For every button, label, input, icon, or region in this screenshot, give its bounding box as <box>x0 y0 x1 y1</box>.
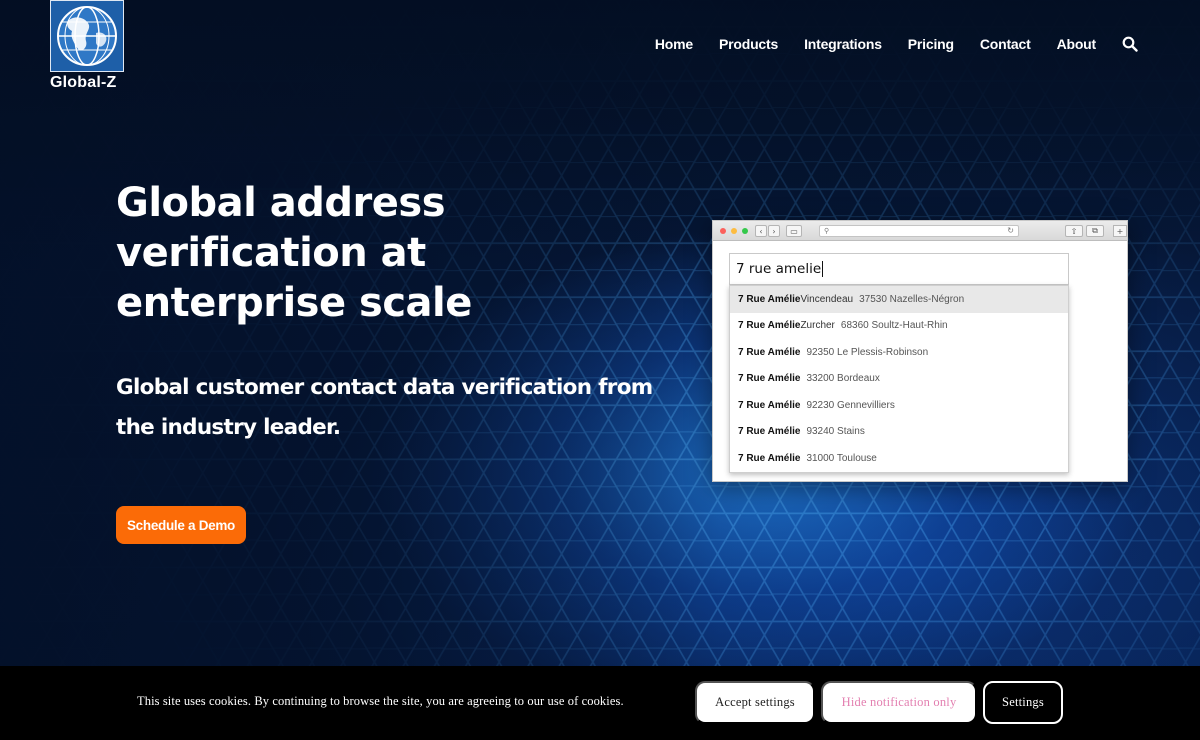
tabs-icon: ⧉ <box>1086 225 1104 237</box>
suggestion-location: 37530 Nazelles-Négron <box>859 293 965 305</box>
suggestion-item[interactable]: 7 Rue Amélie 31000 Toulouse <box>730 445 1068 472</box>
reload-icon: ↻ <box>1007 226 1014 235</box>
headline-line: verification at <box>116 230 426 276</box>
nav-home[interactable]: Home <box>655 36 693 52</box>
subhead-line: Global customer contact data verificatio… <box>116 375 653 400</box>
suggestion-street-suffix: Zurcher <box>800 320 835 332</box>
cookie-banner: This site uses cookies. By continuing to… <box>0 666 1200 740</box>
text-caret <box>822 261 824 277</box>
address-search-input[interactable]: 7 rue amelie <box>729 253 1069 285</box>
suggestion-location: 93240 Stains <box>806 426 865 438</box>
suggestion-street: 7 Rue Amélie <box>738 399 801 411</box>
schedule-demo-button[interactable]: Schedule a Demo <box>116 506 246 544</box>
address-query: 7 rue amelie <box>736 261 822 277</box>
suggestion-list: 7 Rue Amélie Vincendeau 37530 Nazelles-Né… <box>729 285 1069 473</box>
suggestion-street: 7 Rue Amélie <box>738 346 801 358</box>
hero-headline: Global address verification at enterpris… <box>116 178 636 328</box>
nav-pricing[interactable]: Pricing <box>908 36 954 52</box>
cookie-settings-button[interactable]: Settings <box>983 681 1063 724</box>
nav-contact[interactable]: Contact <box>980 36 1031 52</box>
suggestion-item[interactable]: 7 Rue Amélie 92230 Gennevilliers <box>730 392 1068 419</box>
suggestion-street: 7 Rue Amélie <box>738 320 801 332</box>
hide-notification-button[interactable]: Hide notification only <box>821 681 977 724</box>
nav-integrations[interactable]: Integrations <box>804 36 882 52</box>
suggestion-item[interactable]: 7 Rue Amélie 33200 Bordeaux <box>730 366 1068 393</box>
main-nav: Home Products Integrations Pricing Conta… <box>629 36 1138 52</box>
cookie-message: This site uses cookies. By continuing to… <box>137 694 624 708</box>
suggestion-item[interactable]: 7 Rue Amélie 93240 Stains <box>730 419 1068 446</box>
suggestion-item[interactable]: 7 Rue Amélie Zurcher 68360 Soultz-Haut-Rh… <box>730 313 1068 340</box>
nav-products[interactable]: Products <box>719 36 778 52</box>
suggestion-street-suffix: Vincendeau <box>800 293 854 305</box>
minimize-dot-icon <box>731 228 737 234</box>
browser-mockup: ‹ › ▭ ⚲ ↻ ⇧ ⧉ + 7 rue amelie 7 Rue Améli… <box>712 220 1128 482</box>
headline-line: enterprise scale <box>116 280 472 326</box>
suggestion-item[interactable]: 7 Rue Amélie Vincendeau 37530 Nazelles-Né… <box>730 286 1068 313</box>
browser-toolbar: ‹ › ▭ ⚲ ↻ ⇧ ⧉ + <box>713 221 1127 241</box>
suggestion-street: 7 Rue Amélie <box>738 426 801 438</box>
close-dot-icon <box>720 228 726 234</box>
suggestion-street: 7 Rue Amélie <box>738 452 801 464</box>
maximize-dot-icon <box>742 228 748 234</box>
suggestion-street: 7 Rue Amélie <box>738 373 801 385</box>
suggestion-location: 92230 Gennevilliers <box>806 399 895 411</box>
suggestion-street: 7 Rue Amélie <box>738 293 801 305</box>
search-icon[interactable] <box>1122 36 1138 52</box>
globe-icon <box>50 0 124 72</box>
subhead-line: the industry leader. <box>116 415 341 440</box>
sidebar-icon: ▭ <box>786 225 802 237</box>
accept-settings-button[interactable]: Accept settings <box>695 681 815 724</box>
nav-about[interactable]: About <box>1057 36 1097 52</box>
suggestion-item[interactable]: 7 Rue Amélie 92350 Le Plessis-Robinson <box>730 339 1068 366</box>
headline-line: Global address <box>116 180 446 226</box>
logo-wordmark: Global-Z <box>50 74 117 91</box>
share-icon: ⇧ <box>1065 225 1083 237</box>
forward-icon: › <box>768 225 780 237</box>
suggestion-location: 92350 Le Plessis-Robinson <box>806 346 929 358</box>
suggestion-location: 33200 Bordeaux <box>806 373 880 385</box>
suggestion-location: 31000 Toulouse <box>806 452 877 464</box>
hero-subhead: Global customer contact data verificatio… <box>116 368 676 448</box>
back-icon: ‹ <box>755 225 767 237</box>
url-bar: ⚲ ↻ <box>819 225 1019 237</box>
suggestion-location: 68360 Soultz-Haut-Rhin <box>840 320 948 332</box>
logo[interactable]: Global-Z <box>50 0 126 92</box>
new-tab-icon: + <box>1113 225 1127 237</box>
magnifier-icon: ⚲ <box>824 228 830 235</box>
